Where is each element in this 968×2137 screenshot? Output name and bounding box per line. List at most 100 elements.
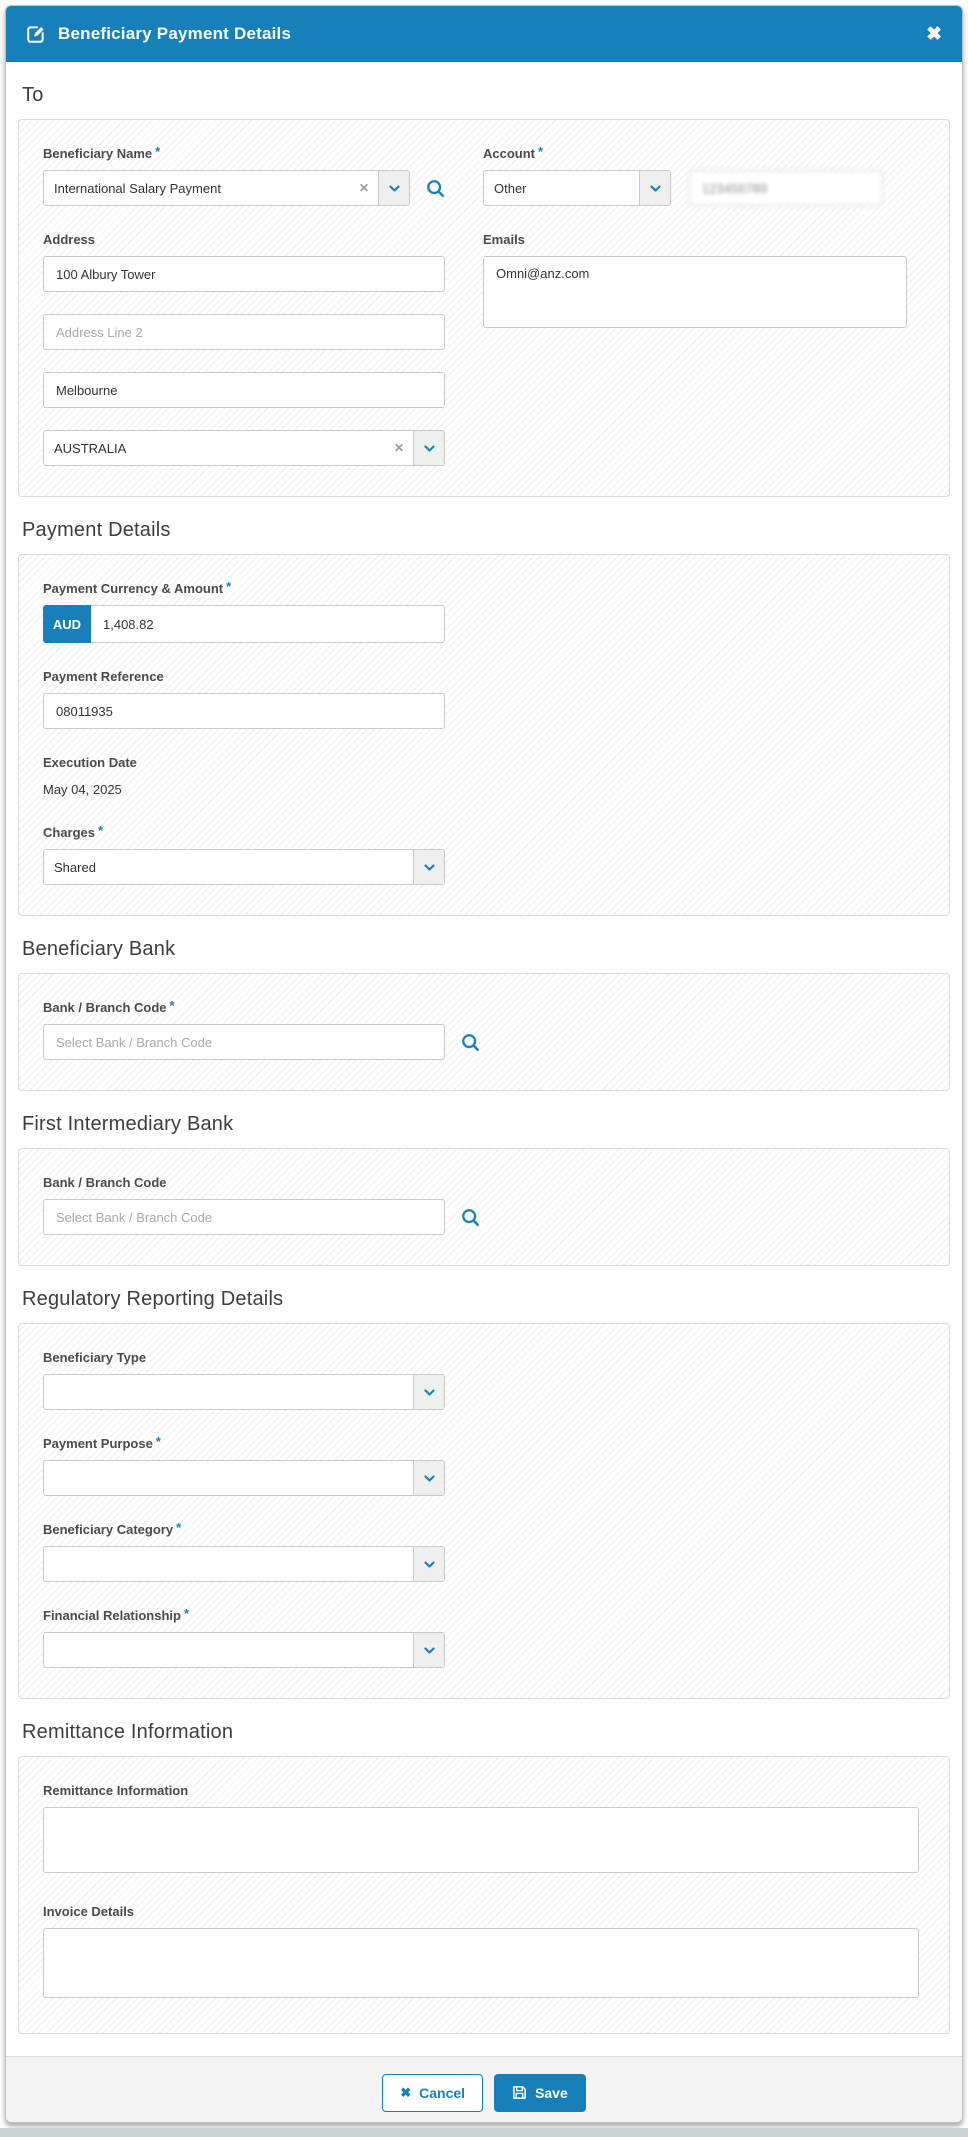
financial-relationship-select[interactable] [43, 1632, 445, 1668]
account-number-input[interactable] [689, 170, 883, 206]
beneficiary-type-field: Beneficiary Type [43, 1350, 925, 1410]
execution-date-value: May 04, 2025 [43, 782, 122, 797]
intermediary-bank-code-field: Bank / Branch Code [43, 1175, 925, 1235]
payment-purpose-select[interactable] [43, 1460, 445, 1496]
beneficiary-name-input[interactable] [44, 171, 350, 205]
emails-textarea[interactable]: Omni@anz.com [483, 256, 907, 328]
currency-amount-field: Payment Currency & Amount * AUD [43, 579, 925, 643]
address-label: Address [43, 232, 96, 247]
bank-branch-code-label: Bank / Branch Code * [43, 998, 175, 1015]
modal-title: Beneficiary Payment Details [58, 24, 292, 43]
payment-details-panel: Payment Currency & Amount* AUD Payment R… [18, 554, 950, 916]
required-marker: * [169, 998, 175, 1013]
save-icon [512, 2085, 527, 2100]
bank-branch-code-label: Bank / Branch Code [43, 1175, 167, 1190]
chevron-down-icon[interactable] [413, 1633, 444, 1667]
account-label: Account * [483, 144, 544, 161]
country-combobox[interactable]: ✕ [43, 430, 445, 466]
beneficiary-type-label: Beneficiary Type [43, 1350, 147, 1365]
address-line2-input[interactable] [43, 314, 445, 350]
clear-icon[interactable]: ✕ [385, 431, 413, 465]
page-background-strip [0, 2128, 968, 2137]
execution-date-field: Execution Date May 04, 2025 [43, 755, 925, 799]
remittance-information-field: Remittance Information [43, 1783, 925, 1878]
beneficiary-category-label: Beneficiary Category * [43, 1520, 182, 1537]
intermediary-bank-code-input[interactable] [43, 1199, 445, 1235]
bank-search-icon[interactable] [461, 1208, 480, 1227]
emails-field: Emails Omni@anz.com [483, 232, 907, 333]
account-type-value: Other [494, 180, 527, 196]
bank-search-icon[interactable] [461, 1033, 480, 1052]
beneficiary-name-field: Beneficiary Name* ✕ [43, 144, 445, 206]
required-marker: * [155, 1434, 161, 1449]
regulatory-panel: Beneficiary Type Payment Purpose * Benef… [18, 1323, 950, 1699]
address-line1-input[interactable] [43, 256, 445, 292]
remittance-information-label: Remittance Information [43, 1783, 189, 1798]
payment-reference-field: Payment Reference [43, 669, 925, 729]
beneficiary-search-icon[interactable] [426, 179, 445, 198]
payment-reference-label: Payment Reference [43, 669, 164, 684]
amount-input[interactable] [91, 605, 445, 643]
beneficiary-bank-panel: Bank / Branch Code * [18, 973, 950, 1091]
close-icon[interactable]: ✖ [926, 25, 942, 44]
to-section-heading: To [22, 84, 44, 106]
account-type-select[interactable]: Other [483, 170, 671, 206]
chevron-down-icon[interactable] [413, 1461, 444, 1495]
payment-reference-input[interactable] [43, 693, 445, 729]
edit-icon [26, 24, 46, 44]
invoice-details-label: Invoice Details [43, 1904, 135, 1919]
chevron-down-icon[interactable] [413, 1547, 444, 1581]
chevron-down-icon[interactable] [639, 171, 670, 205]
beneficiary-type-value [44, 1375, 413, 1409]
beneficiary-payment-details-modal: Beneficiary Payment Details ✖ To Benefic… [5, 5, 963, 2123]
currency-badge: AUD [43, 605, 91, 643]
required-marker: * [155, 144, 161, 159]
charges-field: Charges * Shared [43, 823, 925, 885]
clear-icon[interactable]: ✕ [350, 171, 378, 205]
payment-purpose-value [44, 1461, 413, 1495]
required-marker: * [98, 823, 104, 838]
beneficiary-bank-code-input[interactable] [43, 1024, 445, 1060]
modal-header: Beneficiary Payment Details ✖ [6, 6, 962, 62]
charges-select[interactable]: Shared [43, 849, 445, 885]
chevron-down-icon[interactable] [413, 850, 444, 884]
chevron-down-icon[interactable] [378, 171, 409, 205]
address-field-group: Address ✕ [43, 232, 445, 466]
beneficiary-category-select[interactable] [43, 1546, 445, 1582]
invoice-details-field: Invoice Details [43, 1904, 925, 2003]
financial-relationship-value [44, 1633, 413, 1667]
financial-relationship-field: Financial Relationship * [43, 1606, 925, 1668]
remittance-information-textarea[interactable] [43, 1807, 919, 1873]
intermediary-bank-heading: First Intermediary Bank [22, 1113, 234, 1135]
execution-date-label: Execution Date [43, 755, 137, 770]
beneficiary-bank-code-field: Bank / Branch Code * [43, 998, 925, 1060]
cancel-x-icon: ✖ [400, 2084, 412, 2100]
required-marker: * [226, 579, 232, 594]
payment-purpose-field: Payment Purpose * [43, 1434, 925, 1496]
remittance-panel: Remittance Information Invoice Details [18, 1756, 950, 2034]
invoice-details-textarea[interactable] [43, 1928, 919, 1998]
regulatory-heading: Regulatory Reporting Details [22, 1288, 284, 1310]
financial-relationship-label: Financial Relationship * [43, 1606, 190, 1623]
beneficiary-name-label: Beneficiary Name * [43, 144, 161, 161]
emails-label: Emails [483, 232, 525, 247]
account-field: Account * Other [483, 144, 907, 206]
cancel-button[interactable]: ✖ Cancel [382, 2073, 484, 2112]
chevron-down-icon[interactable] [413, 431, 444, 465]
save-button[interactable]: Save [494, 2073, 586, 2112]
remittance-heading: Remittance Information [22, 1721, 234, 1743]
country-input[interactable] [44, 431, 385, 465]
beneficiary-name-combobox[interactable]: ✕ [43, 170, 410, 206]
modal-body: To Beneficiary Name* ✕ [6, 62, 962, 2056]
chevron-down-icon[interactable] [413, 1375, 444, 1409]
beneficiary-bank-heading: Beneficiary Bank [22, 938, 176, 960]
save-button-label: Save [535, 2084, 568, 2101]
payment-purpose-label: Payment Purpose * [43, 1434, 161, 1451]
to-panel: Beneficiary Name* ✕ [18, 119, 950, 497]
address-city-input[interactable] [43, 372, 445, 408]
required-marker: * [183, 1606, 190, 1621]
beneficiary-type-select[interactable] [43, 1374, 445, 1410]
intermediary-bank-panel: Bank / Branch Code [18, 1148, 950, 1266]
currency-amount-label: Payment Currency & Amount * [43, 579, 232, 596]
beneficiary-category-field: Beneficiary Category * [43, 1520, 925, 1582]
